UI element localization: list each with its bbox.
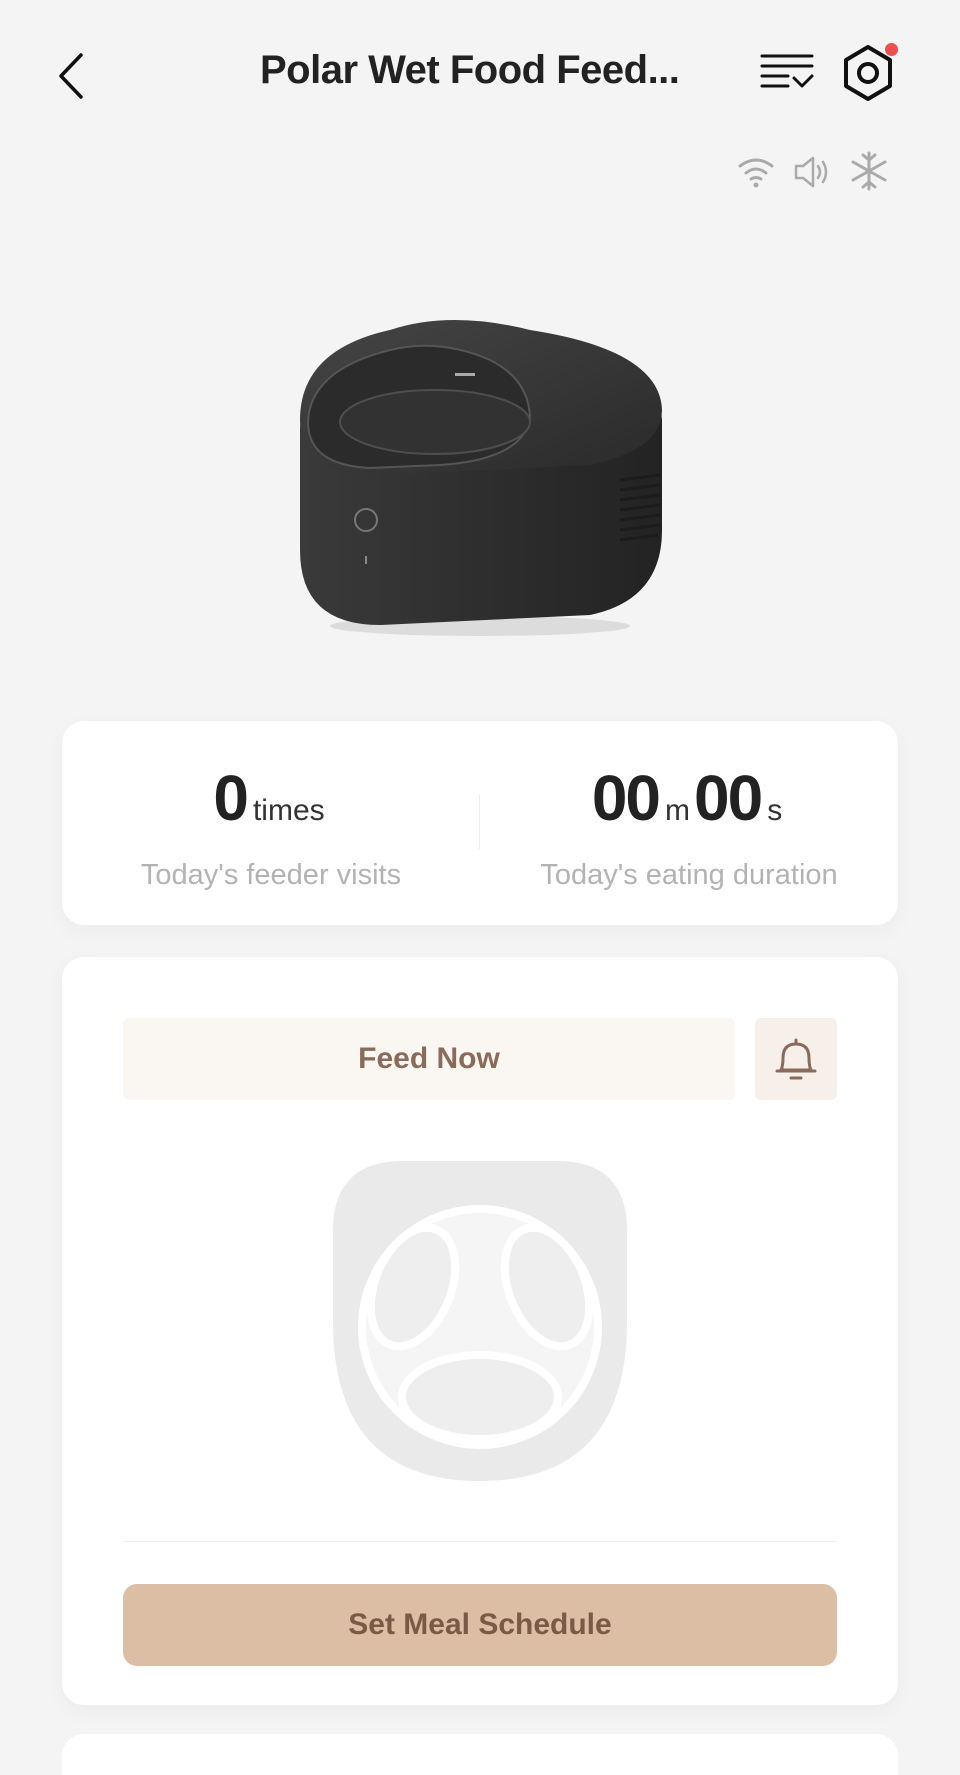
reminder-button[interactable] [755,1018,837,1100]
feeder-visits-stat: 0 times Today's feeder visits [62,761,480,892]
stats-card: 0 times Today's feeder visits 00 m 00 s … [62,721,898,925]
checklist-icon [760,54,814,88]
bell-icon [775,1038,817,1080]
next-card [62,1734,898,1775]
speaker-icon [794,156,828,188]
bowl-illustration [333,1161,627,1481]
visits-label: Today's feeder visits [140,859,402,891]
feed-card: Feed Now Set Meal Schedule [62,957,898,1705]
set-meal-schedule-button[interactable]: Set Meal Schedule [123,1584,837,1666]
top-bar: Polar Wet Food Feed... [0,0,960,150]
duration-label: Today's eating duration [540,859,838,891]
notification-dot [885,43,898,56]
duration-minutes: 00 [591,762,661,834]
snowflake-icon [851,151,887,191]
feed-now-button[interactable]: Feed Now [123,1018,735,1100]
page-title: Polar Wet Food Feed... [260,48,680,92]
device-status-icons [730,150,900,194]
chevron-left-icon [59,53,83,99]
card-divider [123,1541,837,1542]
eating-duration-stat: 00 m 00 s Today's eating duration [480,761,898,892]
records-list-button[interactable] [758,48,818,98]
back-button[interactable] [50,44,94,108]
visits-unit: times [252,794,325,827]
duration-seconds: 00 [694,762,763,834]
device-image [290,310,670,640]
duration-value-row: 00 m 00 s [480,761,898,841]
visits-value-row: 0 times [62,761,480,841]
visits-count: 0 [213,762,249,834]
duration-minutes-unit: m [665,794,690,827]
duration-seconds-unit: s [767,794,783,827]
wifi-icon [738,158,774,188]
